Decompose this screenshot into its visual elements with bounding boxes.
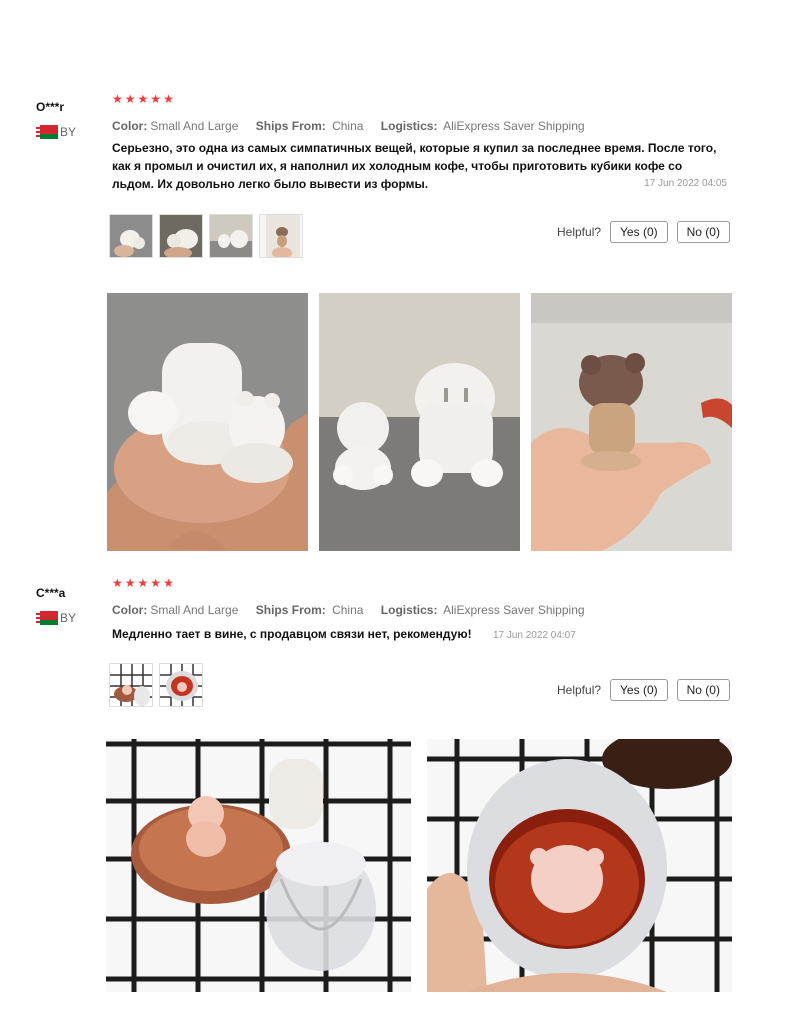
- star-icon: ★: [124, 576, 136, 590]
- review-date: 17 Jun 2022 04:07: [492, 630, 576, 641]
- color-label: Color:: [112, 603, 148, 617]
- reviewer-name: C***a: [36, 586, 66, 600]
- review-thumbnails: [109, 663, 203, 707]
- country-code: BY: [60, 125, 77, 139]
- review-thumbnail[interactable]: [159, 663, 203, 707]
- helpful-no-button[interactable]: No (0): [676, 221, 730, 243]
- reviewer-country: BY: [36, 611, 76, 625]
- helpful-yes-button[interactable]: Yes (0): [610, 221, 668, 243]
- helpful-controls: Helpful? Yes (0) No (0): [557, 221, 730, 243]
- review-text: Серьезно, это одна из самых симпатичных …: [112, 141, 717, 191]
- review-date: 17 Jun 2022 04:05: [644, 178, 727, 189]
- logistics-label: Logistics:: [380, 603, 438, 617]
- star-icon: ★: [163, 576, 174, 590]
- review-text-block: Медленно тает в вине, с продавцом связи …: [112, 625, 727, 645]
- review-sku-info: Color: Small And Large Ships From: China …: [112, 603, 599, 617]
- belarus-flag-icon: [36, 611, 58, 625]
- review-thumbnails: [109, 214, 303, 258]
- star-icon: ★: [137, 92, 149, 106]
- star-icon: ★: [150, 92, 162, 106]
- ships-label: Ships From:: [255, 119, 326, 133]
- review-photo[interactable]: [106, 739, 411, 992]
- star-icon: ★: [112, 576, 123, 590]
- review-thumbnail[interactable]: [259, 214, 303, 258]
- star-icon: ★: [137, 576, 149, 590]
- rating-stars: ★ ★ ★ ★ ★: [112, 577, 174, 589]
- review-thumbnail[interactable]: [109, 663, 153, 707]
- helpful-controls: Helpful? Yes (0) No (0): [557, 679, 730, 701]
- belarus-flag-icon: [36, 125, 58, 139]
- review-photo[interactable]: [531, 293, 732, 551]
- helpful-label: Helpful?: [557, 683, 602, 697]
- logistics-value: AliExpress Saver Shipping: [443, 119, 585, 133]
- review-thumbnail[interactable]: [209, 214, 253, 258]
- helpful-yes-button[interactable]: Yes (0): [610, 679, 668, 701]
- review-sku-info: Color: Small And Large Ships From: China …: [112, 119, 599, 133]
- star-icon: ★: [124, 92, 136, 106]
- color-value: Small And Large: [150, 603, 239, 617]
- review-photo[interactable]: [319, 293, 520, 551]
- logistics-label: Logistics:: [380, 119, 438, 133]
- star-icon: ★: [112, 92, 123, 106]
- ships-value: China: [332, 603, 364, 617]
- review-text: Медленно тает в вине, с продавцом связи …: [112, 627, 472, 641]
- rating-stars: ★ ★ ★ ★ ★: [112, 93, 174, 105]
- star-icon: ★: [163, 92, 174, 106]
- country-code: BY: [60, 611, 77, 625]
- review-thumbnail[interactable]: [109, 214, 153, 258]
- logistics-value: AliExpress Saver Shipping: [443, 603, 585, 617]
- review-photo[interactable]: [427, 739, 732, 992]
- review-thumbnail[interactable]: [159, 214, 203, 258]
- star-icon: ★: [150, 576, 162, 590]
- color-label: Color:: [112, 119, 148, 133]
- ships-value: China: [332, 119, 364, 133]
- review-photo[interactable]: [107, 293, 308, 551]
- helpful-no-button[interactable]: No (0): [676, 679, 730, 701]
- reviewer-name: O***r: [36, 100, 65, 114]
- reviewer-country: BY: [36, 125, 76, 139]
- helpful-label: Helpful?: [557, 225, 602, 239]
- ships-label: Ships From:: [255, 603, 326, 617]
- color-value: Small And Large: [150, 119, 239, 133]
- review-text-block: Серьезно, это одна из самых симпатичных …: [112, 139, 727, 193]
